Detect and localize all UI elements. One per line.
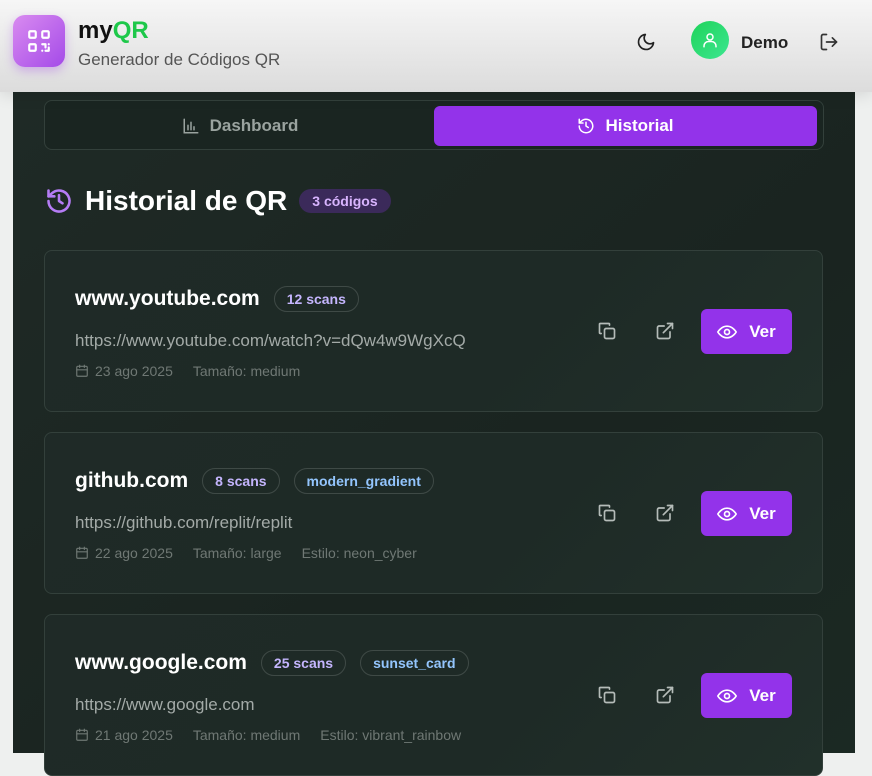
section-heading: Historial de QR 3 códigos [45, 184, 391, 218]
copy-icon [598, 686, 616, 704]
open-link-button[interactable] [654, 684, 676, 706]
calendar-icon [76, 364, 88, 377]
page-title: Historial de QR [85, 185, 288, 216]
copy-icon [598, 504, 616, 522]
open-link-button[interactable] [654, 320, 676, 342]
eye-icon [717, 324, 738, 339]
card-url: https://www.google.com [75, 695, 255, 714]
card-meta: 21 ago 2025 Tamaño: medium Estilo: vibra… [75, 727, 481, 743]
card-date: 22 ago 2025 [75, 545, 173, 561]
card-date: 23 ago 2025 [75, 363, 173, 379]
view-button-label: Ver [749, 503, 776, 523]
view-button[interactable]: Ver [701, 673, 792, 718]
copy-icon [598, 322, 616, 340]
external-link-icon [656, 686, 674, 704]
copy-button[interactable] [596, 502, 618, 524]
tab-history[interactable]: Historial [434, 106, 817, 146]
tab-dashboard-label: Dashboard [209, 116, 299, 135]
calendar-icon [76, 728, 88, 741]
qr-card: www.youtube.com 12 scans https://www.you… [44, 250, 823, 412]
username: Demo [741, 33, 789, 52]
user-icon [703, 33, 717, 48]
card-style: Estilo: vibrant_rainbow [320, 727, 462, 743]
history-icon [47, 189, 71, 213]
eye-icon [717, 506, 738, 521]
tab-bar: Dashboard Historial [44, 100, 824, 150]
copy-button[interactable] [596, 320, 618, 342]
history-icon [578, 118, 594, 134]
logout-icon [820, 33, 838, 51]
app-logo [13, 15, 65, 67]
avatar[interactable] [691, 21, 729, 59]
card-title: github.com [75, 469, 189, 492]
view-button-label: Ver [749, 321, 776, 341]
card-style: Estilo: neon_cyber [301, 545, 417, 561]
external-link-icon [656, 322, 674, 340]
card-header: www.google.com 25 scans sunset_card [75, 650, 469, 676]
qr-code-icon [28, 30, 50, 52]
card-size: Tamaño: medium [192, 363, 301, 379]
card-size: Tamaño: medium [192, 727, 301, 743]
tab-history-label: Historial [605, 116, 674, 135]
scans-badge: 12 scans [273, 286, 359, 312]
view-button-label: Ver [749, 685, 776, 705]
brand-prefix: my [78, 17, 113, 44]
card-url: https://www.youtube.com/watch?v=dQw4w9Wg… [75, 331, 466, 350]
open-link-button[interactable] [654, 502, 676, 524]
eye-icon [717, 688, 738, 703]
card-title: www.google.com [75, 651, 247, 674]
card-date-text: 22 ago 2025 [95, 545, 173, 561]
card-header: www.youtube.com 12 scans [75, 286, 359, 312]
scans-badge: 25 scans [260, 650, 347, 676]
card-meta: 22 ago 2025 Tamaño: large Estilo: neon_c… [75, 545, 437, 561]
brand-accent: QR [112, 17, 149, 44]
theme-toggle-button[interactable] [632, 28, 660, 56]
style-badge: sunset_card [360, 650, 469, 676]
calendar-icon [76, 546, 88, 559]
style-badge: modern_gradient [293, 468, 434, 494]
card-size: Tamaño: large [192, 545, 282, 561]
tab-dashboard[interactable]: Dashboard [50, 106, 430, 146]
card-title: www.youtube.com [75, 287, 260, 310]
copy-button[interactable] [596, 684, 618, 706]
card-url: https://github.com/replit/replit [75, 513, 293, 532]
bar-chart-icon [183, 118, 199, 134]
app-header: myQR Generador de Códigos QR Demo [0, 0, 872, 92]
card-date-text: 23 ago 2025 [95, 363, 173, 379]
app-subtitle: Generador de Códigos QR [78, 50, 281, 69]
main-panel: Dashboard Historial Historial de QR 3 có… [13, 92, 855, 776]
view-button[interactable]: Ver [701, 309, 792, 354]
qr-card: github.com 8 scans modern_gradient https… [44, 432, 823, 594]
logout-button[interactable] [815, 28, 843, 56]
card-date-text: 21 ago 2025 [95, 727, 173, 743]
view-button[interactable]: Ver [701, 491, 792, 536]
scans-badge: 8 scans [202, 468, 280, 494]
external-link-icon [656, 504, 674, 522]
card-header: github.com 8 scans modern_gradient [75, 468, 434, 494]
moon-icon [637, 33, 655, 51]
card-meta: 23 ago 2025 Tamaño: medium [75, 363, 320, 379]
qr-card: www.google.com 25 scans sunset_card http… [44, 614, 823, 776]
count-badge: 3 códigos [299, 189, 391, 213]
app-brand: myQR [78, 18, 149, 44]
card-date: 21 ago 2025 [75, 727, 173, 743]
